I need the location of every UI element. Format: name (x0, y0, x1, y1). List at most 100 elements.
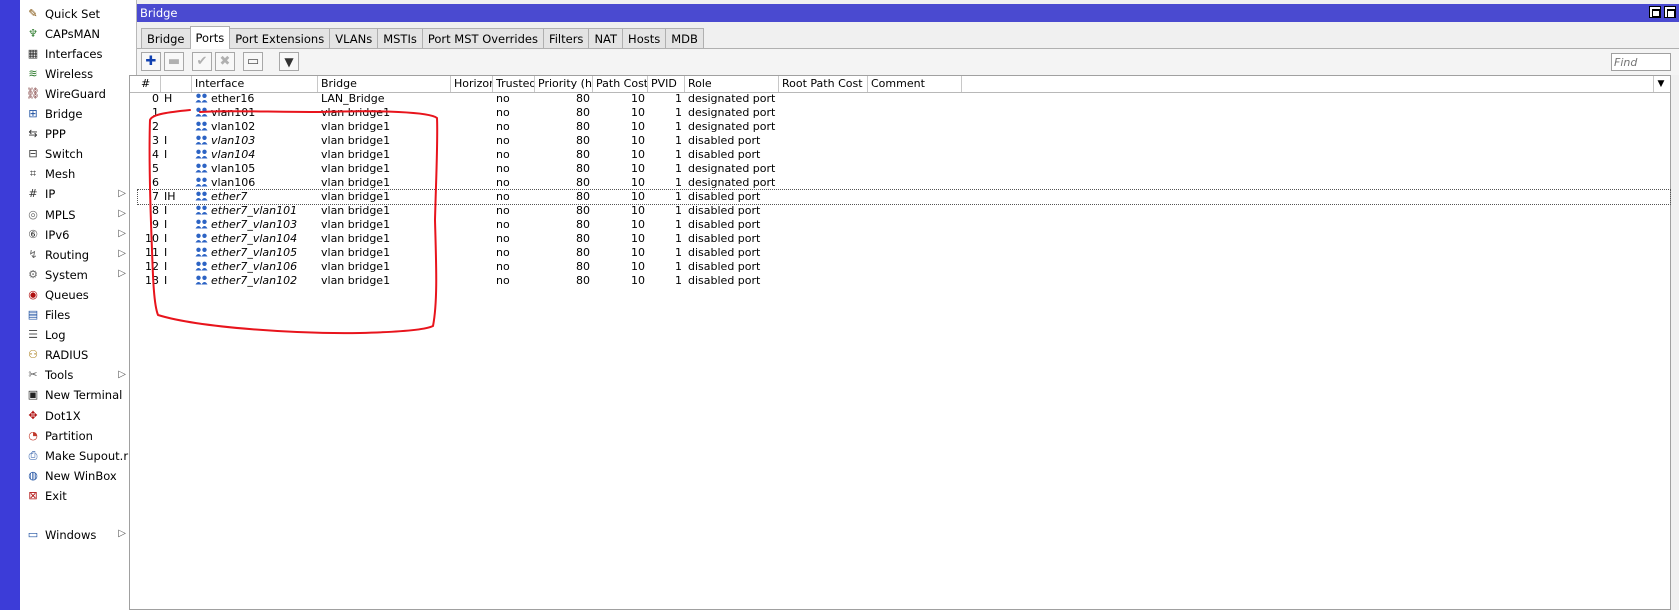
column-header-horizon[interactable]: Horizon (451, 76, 493, 92)
sidebar-item-capsman[interactable]: ♆ CAPsMAN (20, 24, 136, 43)
table-row[interactable]: 1 vlan101 vlan bridge1 no 80 10 1 designated po… (138, 106, 1098, 120)
interfaces-icon: ▦ (27, 46, 39, 60)
cell-trusted: no (496, 106, 510, 119)
sidebar-menu: ✎ Quick Set ♆ CAPsMAN ▦ Interfaces ≋ Wireless ⛓ W… (20, 0, 137, 610)
column-header-root-path-cost[interactable]: Root Path Cost (779, 76, 868, 92)
sidebar-item-system[interactable]: ⚙ System ▷ (20, 265, 136, 284)
table-row[interactable]: 11 Iether7_vlan105 vlan bridge1 no 80 10 1 disa… (138, 246, 1098, 260)
cell-bridge: LAN_Bridge (321, 92, 385, 105)
sidebar-item-quick-set[interactable]: ✎ Quick Set (20, 4, 136, 23)
sidebar-item-wireless[interactable]: ≋ Wireless (20, 64, 136, 83)
cell-bridge: vlan bridge1 (321, 162, 391, 175)
cell-pvid: 1 (675, 120, 682, 133)
add-button[interactable]: ✚ (141, 52, 161, 71)
port-interface-icon (195, 247, 208, 257)
supout-icon: ⎙ (28, 448, 38, 462)
cell-flags: I (164, 134, 168, 147)
table-row[interactable]: 8 Iether7_vlan101 vlan bridge1 no 80 10 1 disab… (138, 204, 1098, 218)
sidebar-item-windows[interactable]: ▭ Windows ▷ (20, 525, 136, 544)
sidebar-item-label: IPv6 (45, 227, 70, 242)
column-header-trusted[interactable]: Trusted (493, 76, 535, 92)
sidebar-item-ip[interactable]: # IP ▷ (20, 185, 136, 204)
cell-path-cost: 10 (631, 190, 645, 203)
interface-name: vlan104 (211, 148, 256, 161)
tab-vlans[interactable]: VLANs (329, 28, 379, 49)
column-header-priority[interactable]: Priority (h... (535, 76, 593, 92)
sidebar-item-log[interactable]: ☰ Log (20, 326, 136, 345)
table-row[interactable]: 5 vlan105 vlan bridge1 no 80 10 1 designated po… (138, 162, 1098, 176)
cell-bridge: vlan bridge1 (321, 246, 391, 259)
column-header-path-cost[interactable]: Path Cost (593, 76, 648, 92)
sidebar-item-radius[interactable]: ⚇ RADIUS (20, 346, 136, 365)
table-row[interactable]: 2 vlan102 vlan bridge1 no 80 10 1 designated po… (138, 120, 1098, 134)
table-row[interactable]: 9 Iether7_vlan103 vlan bridge1 no 80 10 1 disab… (138, 218, 1098, 232)
sidebar-item-ppp[interactable]: ⇆ PPP (20, 125, 136, 144)
find-input[interactable] (1611, 53, 1671, 71)
table-row[interactable]: 12 Iether7_vlan106 vlan bridge1 no 80 10 1 disa… (138, 260, 1098, 274)
sidebar-item-routing[interactable]: ↯ Routing ▷ (20, 245, 136, 264)
sidebar-item-label: System (45, 267, 88, 282)
tab-hosts[interactable]: Hosts (622, 28, 667, 49)
interface-name: vlan105 (211, 162, 256, 175)
disable-button[interactable]: ✖ (215, 52, 235, 71)
filter-button[interactable]: ▼ (279, 52, 299, 71)
table-row[interactable]: 0 Hether16 LAN_Bridge no 80 10 1 designated por… (138, 92, 1098, 106)
maximize-icon[interactable] (1664, 6, 1676, 18)
sidebar-item-exit[interactable]: ⊠ Exit (20, 486, 136, 505)
sidebar-item-queues[interactable]: ◉ Queues (20, 285, 136, 304)
tab-ports[interactable]: Ports (189, 26, 231, 49)
sidebar-item-new-winbox[interactable]: ◍ New WinBox (20, 466, 136, 485)
column-header-bridge[interactable]: Bridge (318, 76, 451, 92)
column-header-flags[interactable] (161, 76, 192, 92)
restore-icon[interactable] (1649, 6, 1661, 18)
cell-pvid: 1 (675, 176, 682, 189)
interface-name: vlan103 (211, 134, 256, 147)
sidebar-item-mpls[interactable]: ◎ MPLS ▷ (20, 205, 136, 224)
column-chooser-icon[interactable]: ▼ (1653, 76, 1668, 92)
sidebar-item-tools[interactable]: ✂ Tools ▷ (20, 366, 136, 385)
sidebar-item-mesh[interactable]: ⌗ Mesh (20, 165, 136, 184)
tab-bridge[interactable]: Bridge (141, 28, 191, 49)
column-header-comment[interactable]: Comment (868, 76, 962, 92)
comment-button[interactable]: ▭ (243, 52, 263, 71)
cell-interface: vlan106 (192, 176, 318, 190)
cell-root-path-cost (779, 260, 868, 274)
tab-mdb[interactable]: MDB (665, 28, 704, 49)
sidebar-item-dot1x[interactable]: ✥ Dot1X (20, 406, 136, 425)
sidebar-item-make-supout-rif[interactable]: ⎙ Make Supout.rif (20, 446, 136, 465)
sidebar-item-partition[interactable]: ◔ Partition (20, 426, 136, 445)
remove-button[interactable]: ▬ (164, 52, 184, 71)
sidebar-item-interfaces[interactable]: ▦ Interfaces (20, 44, 136, 63)
window-titlebar[interactable]: Bridge (137, 4, 1679, 22)
submenu-arrow-icon: ▷ (118, 368, 126, 380)
sidebar-item-ipv6[interactable]: ⑥ IPv6 ▷ (20, 225, 136, 244)
column-header-num[interactable]: # (138, 76, 161, 92)
tab-nat[interactable]: NAT (588, 28, 624, 49)
column-header-interface[interactable]: Interface (192, 76, 318, 92)
tab-port-mst-overrides[interactable]: Port MST Overrides (421, 28, 544, 49)
left-accent-bar (0, 0, 20, 610)
tab-port-extensions[interactable]: Port Extensions (229, 28, 331, 49)
sidebar-item-switch[interactable]: ⊟ Switch (20, 145, 136, 164)
sidebar-item-files[interactable]: ▤ Files (20, 306, 136, 325)
cell-comment (868, 190, 962, 204)
cell-pvid: 1 (675, 134, 682, 147)
enable-button[interactable]: ✔ (192, 52, 212, 71)
tab-mstis[interactable]: MSTIs (377, 28, 423, 49)
table-row[interactable]: 10 Iether7_vlan104 vlan bridge1 no 80 10 1 disa… (138, 232, 1098, 246)
wireguard-icon: ⛓ (26, 86, 40, 100)
sidebar-item-bridge[interactable]: ⊞ Bridge (20, 105, 136, 124)
table-row[interactable]: 13 Iether7_vlan102 vlan bridge1 no 80 10 1 disa… (138, 274, 1098, 288)
cell-flags: I (164, 274, 168, 287)
cell-trusted: no (496, 246, 510, 259)
tab-filters[interactable]: Filters (542, 28, 590, 49)
table-row[interactable]: 6 vlan106 vlan bridge1 no 80 10 1 designated po… (138, 176, 1098, 190)
table-row[interactable]: 4 Ivlan104 vlan bridge1 no 80 10 1 disabled por… (138, 148, 1098, 162)
table-row[interactable]: 3 Ivlan103 vlan bridge1 no 80 10 1 disabled por… (138, 134, 1098, 148)
column-header-pvid[interactable]: PVID (648, 76, 685, 92)
sidebar-item-wireguard[interactable]: ⛓ WireGuard (20, 84, 136, 103)
cell-role: disabled port (688, 134, 761, 147)
column-header-role[interactable]: Role (685, 76, 779, 92)
table-row[interactable]: 7 IH ether7 vlan bridge1 no 80 10 1 disabled por… (137, 189, 1671, 205)
sidebar-item-new-terminal[interactable]: ▣ New Terminal (20, 386, 136, 405)
